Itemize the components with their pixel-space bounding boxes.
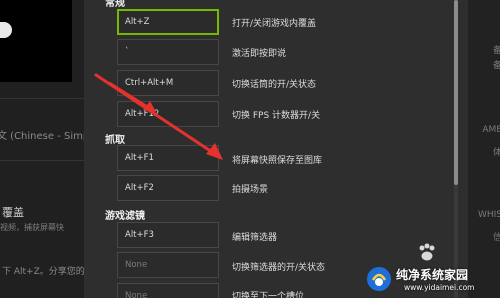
divider bbox=[0, 98, 84, 99]
watermark-url: www.yidaimei.com bbox=[404, 283, 475, 292]
bg-text: 备 bbox=[492, 61, 500, 71]
shortcut-desc-push-to-talk: 激活即按即说 bbox=[232, 49, 287, 59]
shortcut-field-screenshot[interactable]: Alt+F1 bbox=[117, 145, 219, 171]
section-title-general: 常规 bbox=[105, 0, 125, 9]
section-title-capture: 抓取 bbox=[105, 135, 125, 146]
shortcut-desc-toggle-overlay: 打开/关闭游戏内覆盖 bbox=[232, 19, 317, 29]
paw-icon bbox=[419, 243, 435, 261]
background-page-left: 文 (Chinese - Simp 覆盖 视频，捕获屏幕快 下 Alt+Z。分享… bbox=[0, 0, 84, 298]
shortcut-desc-screenshot: 将屏幕快照保存至图库 bbox=[232, 156, 323, 166]
shortcut-desc-photo-mode: 拍摄场景 bbox=[232, 185, 269, 195]
shortcut-field-toggle-fps[interactable]: Alt+F12 bbox=[117, 101, 219, 127]
thumbnail-shape bbox=[0, 22, 12, 38]
overlay-heading: 覆盖 bbox=[2, 206, 24, 219]
shortcut-field-toggle-filter[interactable]: None bbox=[117, 252, 219, 278]
shortcut-desc-next-slot: 切换至下一个槽位 bbox=[232, 292, 305, 298]
shortcut-desc-edit-filter: 编辑筛选器 bbox=[232, 233, 278, 243]
shortcut-field-toggle-mic[interactable]: Ctrl+Alt+M bbox=[117, 70, 219, 96]
language-setting[interactable]: 文 (Chinese - Simp bbox=[0, 127, 84, 142]
watermark-title: 纯净系统家园 bbox=[396, 268, 469, 282]
section-title-game-filter: 游戏滤镜 bbox=[105, 211, 145, 222]
preview-thumbnail bbox=[0, 0, 72, 82]
shortcut-field-edit-filter[interactable]: Alt+F3 bbox=[117, 222, 219, 248]
site-watermark: 纯净系统家园 www.yidaimei.com bbox=[366, 262, 500, 298]
overlay-hint: 下 Alt+Z。分享您的 bbox=[2, 267, 84, 277]
shortcut-field-next-slot[interactable]: None bbox=[117, 283, 219, 298]
site-logo-icon bbox=[367, 267, 391, 291]
bg-text: 备 bbox=[492, 46, 500, 56]
bg-text: AME bbox=[482, 125, 500, 135]
scrollbar-thumb[interactable] bbox=[454, 0, 458, 185]
divider bbox=[0, 160, 84, 161]
bg-text: 信 bbox=[492, 233, 500, 243]
shortcut-desc-toggle-fps: 切换 FPS 计数器开/关 bbox=[232, 111, 321, 121]
bg-text: WHIS bbox=[477, 210, 500, 220]
bg-text: 体 bbox=[492, 148, 500, 158]
shortcut-desc-toggle-filter: 切换筛选器的开/关状态 bbox=[232, 263, 326, 273]
shortcut-field-toggle-overlay[interactable]: Alt+Z bbox=[117, 9, 219, 35]
keyboard-shortcuts-dialog: 常规 Alt+Z 打开/关闭游戏内覆盖 ` 激活即按即说 Ctrl+Alt+M … bbox=[84, 0, 468, 298]
shortcut-field-photo-mode[interactable]: Alt+F2 bbox=[117, 175, 219, 201]
shortcut-field-push-to-talk[interactable]: ` bbox=[117, 39, 219, 65]
shortcut-desc-toggle-mic: 切换话筒的开/关状态 bbox=[232, 80, 317, 90]
overlay-description: 视频，捕获屏幕快 bbox=[0, 223, 64, 232]
dialog-scrollbar[interactable] bbox=[454, 0, 458, 298]
background-page-right: 备 备 AME 体 WHIS 信 bbox=[468, 0, 500, 298]
